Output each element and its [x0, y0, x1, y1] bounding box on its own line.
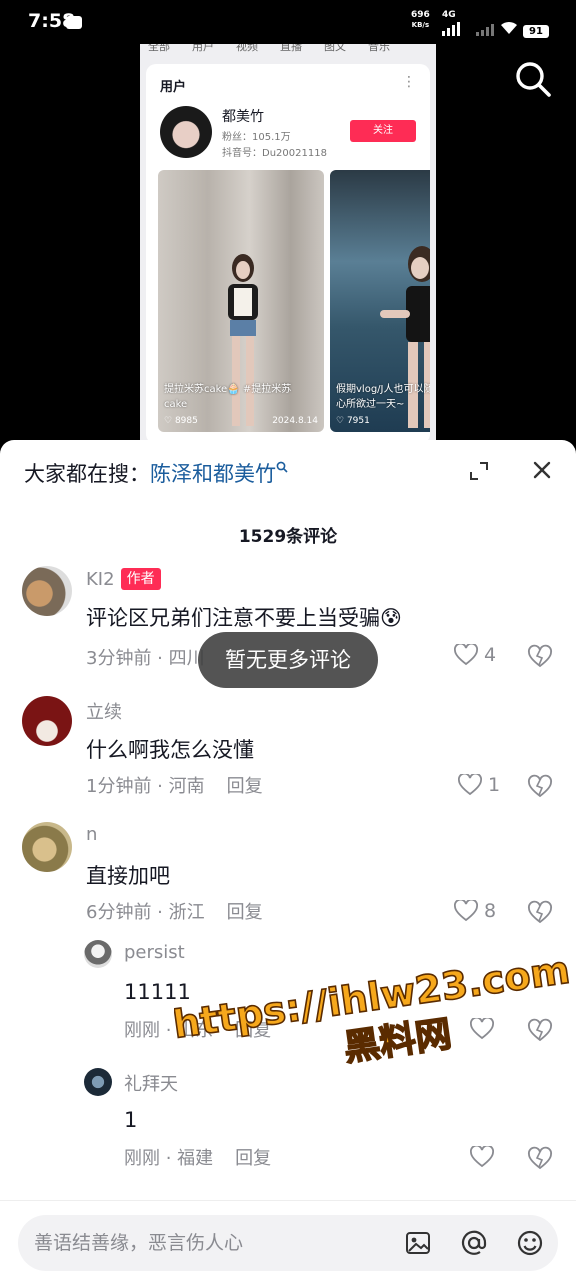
- reply-button[interactable]: 回复: [235, 1148, 271, 1169]
- like-button[interactable]: 8: [454, 898, 496, 924]
- comment-author-name[interactable]: KI2: [86, 569, 115, 590]
- video-thumbnail[interactable]: 提拉米苏cake🧁 #提拉米苏cake ♡ 8985 2024.8.14: [158, 170, 324, 432]
- image-icon[interactable]: [404, 1229, 432, 1257]
- comment-time-location: 1分钟前 · 河南: [86, 776, 205, 797]
- video-likes: ♡ 7951: [336, 416, 370, 426]
- video-title: 假期vlog/J人也可以随心所欲过一天~: [336, 384, 430, 410]
- mention-icon[interactable]: [460, 1229, 488, 1257]
- tab-videos[interactable]: 视频: [236, 44, 258, 56]
- comment-sheet: 大家都在搜：陈泽和都美竹 1529条评论 KI2 作者 评论区兄弟们注意不要上当受…: [0, 440, 576, 1280]
- tab-music[interactable]: 音乐: [368, 44, 390, 56]
- user-douyin-id: 抖音号：Du20021118: [222, 148, 327, 159]
- expand-icon[interactable]: [468, 460, 490, 482]
- dislike-icon[interactable]: [527, 1145, 553, 1171]
- toast-message: 暂无更多评论: [198, 632, 378, 688]
- tab-users[interactable]: 用户: [192, 44, 214, 56]
- video-likes: ♡ 8985: [164, 416, 198, 426]
- user-card[interactable]: 用户 ⋮ 都美竹 粉丝：105.1万 抖音号：Du20021118 关注 提拉米…: [146, 64, 430, 444]
- signal-secondary-icon: [476, 24, 498, 36]
- like-button[interactable]: 4: [454, 642, 496, 668]
- net-speed: 696 KB/s: [411, 10, 430, 30]
- dislike-icon[interactable]: [527, 643, 553, 669]
- comment-item: n 直接加吧 6分钟前 · 浙江 回复 8: [0, 820, 576, 940]
- comment-meta: 1分钟前 · 河南 回复: [86, 772, 263, 798]
- heart-icon: [470, 1146, 494, 1168]
- tab-live[interactable]: 直播: [280, 44, 302, 56]
- dislike-icon[interactable]: [527, 899, 553, 925]
- dislike-icon[interactable]: [527, 773, 553, 799]
- reply-time-location: 刚刚 · 福建: [124, 1148, 214, 1169]
- comment-text[interactable]: 评论区兄弟们注意不要上当受骗😰: [86, 602, 402, 632]
- comment-meta: 6分钟前 · 浙江 回复: [86, 898, 263, 924]
- comment-time-location: 6分钟前 · 浙江: [86, 902, 205, 923]
- like-count: 1: [488, 774, 501, 796]
- like-count: 8: [484, 900, 497, 922]
- heart-icon: [454, 644, 478, 666]
- avatar[interactable]: [84, 1068, 112, 1096]
- comment-input-pill[interactable]: [18, 1215, 558, 1271]
- reply-button[interactable]: 回复: [227, 776, 263, 797]
- mini-search-icon: [276, 461, 288, 473]
- net-speed-unit: KB/s: [411, 21, 430, 29]
- search-tabs: 全部 用户 视频 直播 图文 音乐: [140, 44, 436, 56]
- avatar[interactable]: [84, 940, 112, 968]
- user-avatar[interactable]: [160, 106, 212, 158]
- video-title: 提拉米苏cake🧁 #提拉米苏cake: [164, 384, 292, 410]
- wifi-icon: [501, 21, 517, 34]
- video-thumbnail[interactable]: 假期vlog/J人也可以随心所欲过一天~ ♡ 7951: [330, 170, 430, 432]
- status-bar: 7:58 696 KB/s 4G 91: [0, 0, 576, 44]
- author-badge: 作者: [120, 568, 161, 590]
- search-result-preview[interactable]: 全部 用户 视频 直播 图文 音乐 用户 ⋮ 都美竹 粉丝：105.1万 抖音号…: [140, 44, 436, 444]
- comment-text[interactable]: 什么啊我怎么没懂: [86, 734, 254, 764]
- user-name[interactable]: 都美竹: [222, 106, 264, 126]
- reply-item: 礼拜天 1 刚刚 · 福建 回复: [0, 1068, 576, 1188]
- like-count: 4: [484, 644, 497, 666]
- watermark: https://ihlw23.com 黑料网: [174, 956, 573, 1070]
- close-icon[interactable]: [530, 458, 554, 482]
- watermark-name: 黑料网: [341, 1014, 454, 1070]
- signal-icon: [442, 22, 464, 36]
- trending-search[interactable]: 大家都在搜：陈泽和都美竹: [24, 458, 288, 488]
- comment-text[interactable]: 直接加吧: [86, 860, 170, 890]
- reply-button[interactable]: 回复: [227, 902, 263, 923]
- reply-author-name[interactable]: 礼拜天: [124, 1070, 178, 1096]
- like-button[interactable]: 1: [458, 772, 500, 798]
- network-type: 4G: [442, 10, 456, 20]
- trending-keyword[interactable]: 陈泽和都美竹: [150, 462, 276, 486]
- avatar[interactable]: [22, 566, 72, 616]
- battery-icon: 91: [523, 25, 549, 38]
- avatar[interactable]: [22, 822, 72, 872]
- heart-icon: [458, 774, 482, 796]
- video-likes-value: 7951: [346, 416, 370, 426]
- comment-author-name[interactable]: 立续: [86, 698, 122, 724]
- app-notification-icon: [66, 16, 82, 29]
- reply-text[interactable]: 1: [124, 1108, 137, 1132]
- user-fans: 粉丝：105.1万: [222, 132, 291, 143]
- follow-button[interactable]: 关注: [350, 120, 416, 142]
- emoji-icon[interactable]: [516, 1229, 544, 1257]
- avatar[interactable]: [22, 696, 72, 746]
- video-area[interactable]: 全部 用户 视频 直播 图文 音乐 用户 ⋮ 都美竹 粉丝：105.1万 抖音号…: [0, 44, 576, 444]
- comment-item: 立续 什么啊我怎么没懂 1分钟前 · 河南 回复 1: [0, 694, 576, 814]
- search-icon[interactable]: [514, 60, 552, 98]
- comment-meta: 3分钟前 · 四川: [86, 648, 205, 669]
- comment-author-name[interactable]: n: [86, 824, 97, 845]
- like-button[interactable]: [470, 1144, 494, 1170]
- comment-input[interactable]: [34, 1215, 394, 1271]
- more-icon[interactable]: ⋮: [402, 74, 416, 90]
- video-likes-value: 8985: [174, 416, 198, 426]
- trending-prefix: 大家都在搜：: [24, 462, 150, 486]
- reply-meta: 刚刚 · 福建 回复: [124, 1144, 271, 1170]
- heart-icon: [454, 900, 478, 922]
- tab-images[interactable]: 图文: [324, 44, 346, 56]
- user-section-label: 用户: [160, 80, 187, 95]
- tab-all[interactable]: 全部: [148, 44, 170, 56]
- comment-author[interactable]: KI2 作者: [86, 568, 161, 590]
- net-speed-value: 696: [411, 10, 430, 20]
- video-date: 2024.8.14: [272, 416, 318, 426]
- comment-count: 1529条评论: [238, 527, 338, 547]
- comment-input-bar: [0, 1200, 576, 1280]
